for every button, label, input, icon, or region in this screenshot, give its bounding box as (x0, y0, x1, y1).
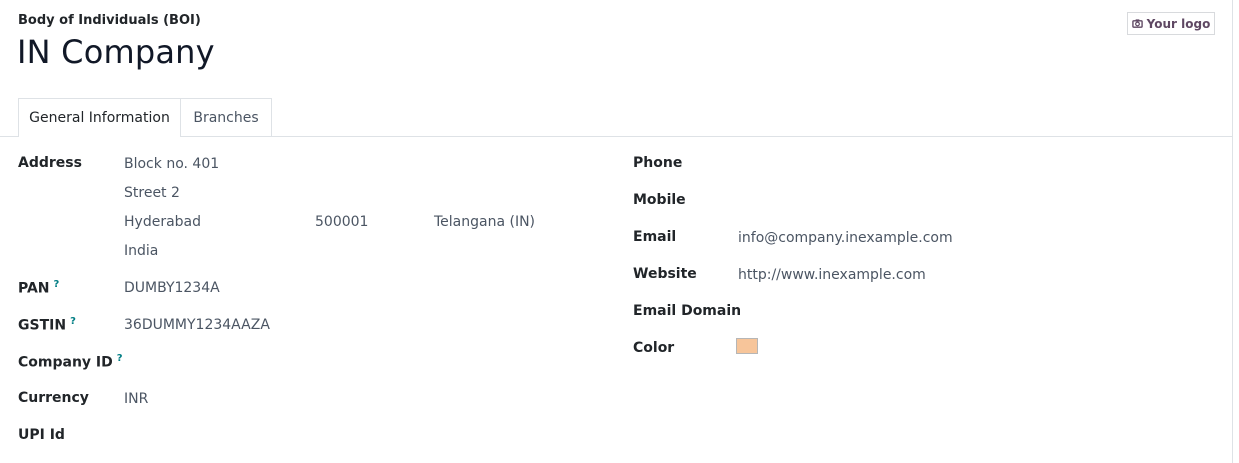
zip-field[interactable]: 500001 (315, 214, 368, 230)
street2-field[interactable]: Street 2 (124, 185, 180, 201)
notebook-tabs: General Information Branches (0, 98, 1233, 137)
gstin-help-icon[interactable]: ? (70, 316, 76, 327)
gstin-label: GSTIN? (18, 316, 76, 334)
color-label: Color (633, 340, 675, 356)
upi-id-label: UPI Id (18, 427, 65, 443)
currency-field[interactable]: INR (124, 391, 148, 407)
city-field[interactable]: Hyderabad (124, 214, 201, 230)
country-field[interactable]: India (124, 243, 158, 259)
upi-id-field[interactable] (124, 428, 324, 446)
street-field[interactable]: Block no. 401 (124, 156, 219, 172)
mobile-field[interactable] (738, 193, 988, 211)
state-field[interactable]: Telangana (IN) (434, 214, 535, 230)
pan-field[interactable]: DUMBY1234A (124, 280, 220, 296)
camera-icon (1131, 19, 1143, 28)
pan-help-icon[interactable]: ? (54, 279, 60, 290)
company-id-help-icon[interactable]: ? (117, 353, 123, 364)
color-picker-swatch[interactable] (736, 338, 758, 354)
address-label: Address (18, 155, 82, 171)
email-field[interactable]: info@company.inexample.com (738, 230, 953, 246)
form-sheet: Body of Individuals (BOI) IN Company You… (0, 0, 1233, 463)
website-field[interactable]: http://www.inexample.com (738, 267, 926, 283)
company-name-field[interactable]: IN Company (17, 33, 215, 71)
gstin-label-text: GSTIN (18, 317, 67, 334)
upload-logo-button[interactable]: Your logo (1127, 12, 1215, 35)
email-label: Email (633, 229, 677, 245)
email-domain-label: Email Domain (633, 303, 742, 319)
company-id-field[interactable] (124, 354, 324, 372)
company-type-label: Body of Individuals (BOI) (18, 13, 201, 28)
company-id-label-text: Company ID (18, 354, 113, 371)
phone-field[interactable] (738, 156, 988, 174)
currency-label: Currency (18, 390, 89, 406)
tab-branches[interactable]: Branches (180, 98, 272, 137)
mobile-label: Mobile (633, 192, 686, 208)
website-label: Website (633, 266, 697, 282)
company-id-label: Company ID? (18, 353, 123, 371)
phone-label: Phone (633, 155, 683, 171)
gstin-field[interactable]: 36DUMMY1234AAZA (124, 317, 270, 333)
pan-label-text: PAN (18, 280, 50, 297)
email-domain-field[interactable] (738, 304, 988, 322)
logo-button-label: Your logo (1146, 16, 1211, 31)
tab-general-information[interactable]: General Information (18, 98, 181, 137)
pan-label: PAN? (18, 279, 59, 297)
